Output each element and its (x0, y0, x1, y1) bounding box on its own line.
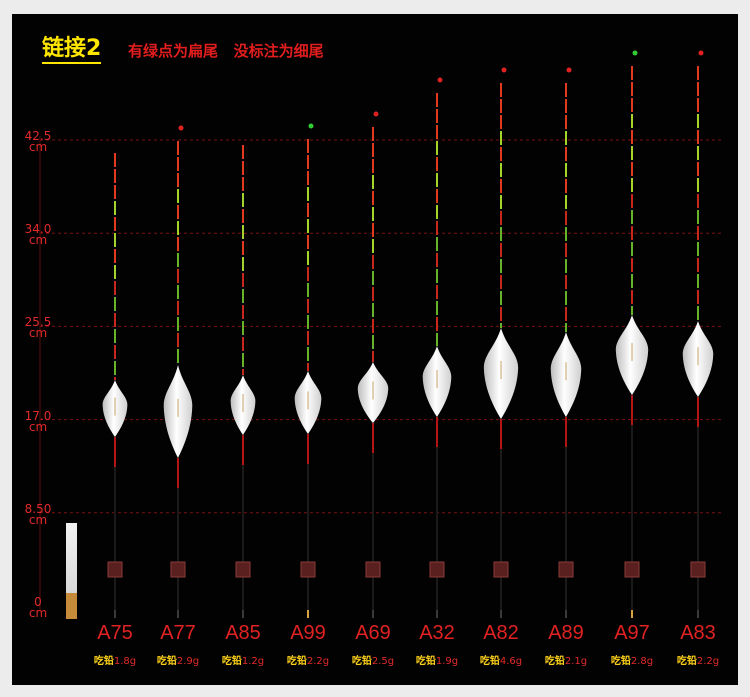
float-weight-band (429, 561, 445, 578)
float-model-label: A97 (614, 622, 650, 644)
float-weight-label: 吃铅1.8g (80, 652, 150, 667)
float-weight-label: 吃铅2.5g (338, 652, 408, 667)
cigarette-filter (66, 593, 77, 619)
float-weight-label: 吃铅2.9g (143, 652, 213, 667)
axis-tick-label: 0 cm (18, 596, 58, 620)
weight-value: 4.6g (499, 656, 523, 667)
tip-dot-green (308, 123, 314, 129)
axis-tick-label: 17.0 cm (18, 410, 58, 434)
weight-prefix: 吃铅 (544, 656, 565, 667)
tick-unit: cm (28, 606, 48, 620)
tick-unit: cm (28, 140, 48, 154)
weight-prefix: 吃铅 (415, 656, 436, 667)
product-image: 链接2 有绿点为扁尾 没标注为细尾 42.5 cm 34.0 cm 25.5 cm 17.0… (12, 14, 738, 685)
float-weight-band (690, 561, 706, 578)
tick-unit: cm (28, 419, 48, 434)
float-weight-band (107, 561, 123, 578)
float-weight-band (624, 561, 640, 578)
tip-dot-red (373, 111, 379, 117)
weight-value: 2.9g (176, 656, 200, 667)
axis-tick-label: 8.50 cm (18, 503, 58, 527)
weight-value: 2.2g (696, 656, 720, 667)
weight-value: 2.5g (371, 656, 395, 667)
float-model-label: A99 (290, 622, 326, 644)
float-model-label: A89 (548, 622, 584, 644)
axis-tick-label: 25.5 cm (18, 316, 58, 341)
float-model-label: A83 (680, 622, 716, 644)
tip-dot-red (698, 50, 704, 56)
float-weight-label: 吃铅2.2g (273, 652, 343, 667)
page-title: 链接2 (42, 36, 102, 64)
float-model-label: A82 (483, 622, 519, 644)
axis-tick-label: 34.0 cm (18, 223, 58, 248)
float-weight-band (558, 561, 574, 578)
tip-dot-red (178, 125, 184, 131)
float-model-label: A69 (355, 622, 391, 644)
weight-value: 2.8g (630, 656, 654, 667)
axis-tick-label: 42.5 cm (18, 130, 58, 154)
weight-prefix: 吃铅 (286, 656, 307, 667)
cigarette-paper (66, 523, 77, 593)
float-size-chart (39, 50, 724, 619)
weight-prefix: 吃铅 (351, 656, 372, 667)
float-weight-band (300, 561, 316, 578)
float-weight-label: 吃铅2.8g (597, 652, 667, 667)
float-weight-band (170, 561, 186, 578)
tip-dot-green (632, 50, 638, 56)
weight-value: 1.2g (241, 656, 265, 667)
tick-unit: cm (28, 326, 48, 341)
float-model-label: A32 (419, 622, 455, 644)
weight-prefix: 吃铅 (221, 656, 242, 667)
tip-dot-red (437, 77, 443, 83)
weight-prefix: 吃铅 (479, 656, 500, 667)
weight-value: 1.9g (435, 656, 459, 667)
weight-value: 2.1g (564, 656, 588, 667)
tail-type-note: 有绿点为扁尾 没标注为细尾 (128, 42, 324, 60)
float-model-label: A77 (160, 622, 196, 644)
float-weight-label: 吃铅2.1g (531, 652, 601, 667)
float-weight-label: 吃铅1.2g (208, 652, 278, 667)
tip-dot-red (501, 67, 507, 73)
weight-value: 1.8g (113, 656, 137, 667)
float-weight-label: 吃铅2.2g (663, 652, 733, 667)
weight-prefix: 吃铅 (610, 656, 631, 667)
tick-unit: cm (28, 512, 48, 527)
float-weight-band (493, 561, 509, 578)
weight-value: 2.2g (306, 656, 330, 667)
weight-prefix: 吃铅 (156, 656, 177, 667)
float-weight-label: 吃铅1.9g (402, 652, 472, 667)
float-weight-band (365, 561, 381, 578)
weight-prefix: 吃铅 (676, 656, 697, 667)
float-weight-label: 吃铅4.6g (466, 652, 536, 667)
weight-prefix: 吃铅 (93, 656, 114, 667)
float-model-label: A75 (97, 622, 133, 644)
float-weight-band (235, 561, 251, 578)
float-model-label: A85 (225, 622, 261, 644)
tip-dot-red (566, 67, 572, 73)
tick-unit: cm (28, 233, 48, 248)
